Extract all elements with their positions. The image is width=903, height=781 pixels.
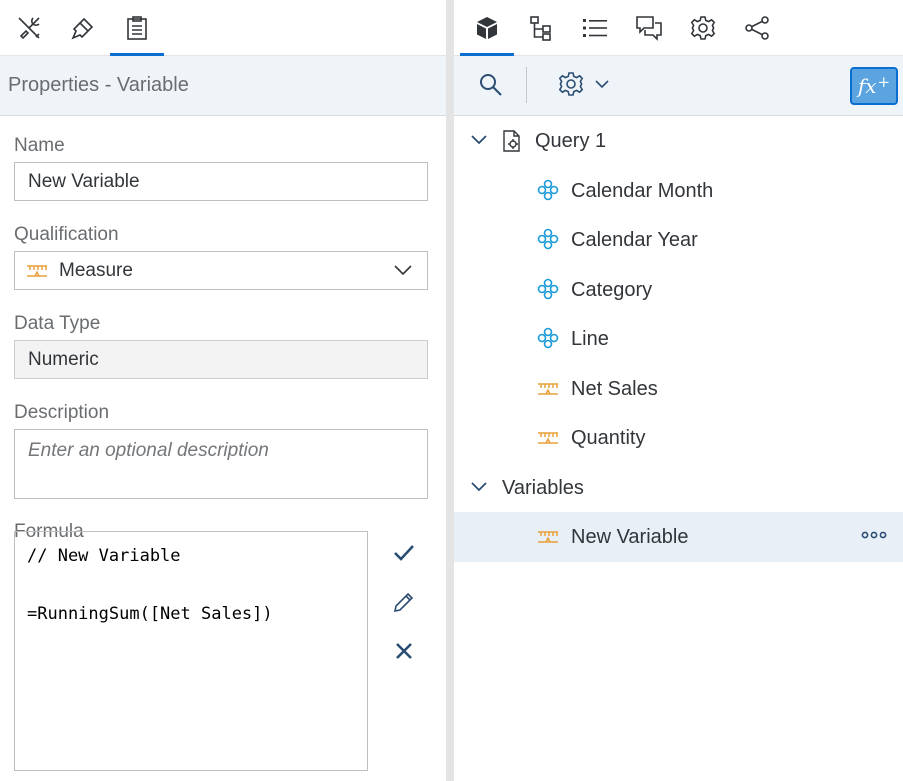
tree-node-label: Query 1	[535, 129, 607, 152]
measure-icon	[27, 264, 47, 277]
clipboard-icon	[127, 16, 147, 40]
tab-format[interactable]	[56, 0, 110, 56]
description-input[interactable]: Enter an optional description	[14, 429, 428, 499]
qualification-select[interactable]: Measure	[14, 251, 428, 290]
formula-comment-line: // New Variable	[27, 546, 181, 566]
chevron-down-icon	[595, 80, 609, 89]
hierarchy-icon	[530, 16, 551, 41]
tree-item-calendar-year[interactable]: Calendar Year	[454, 215, 903, 265]
tab-properties[interactable]	[110, 0, 164, 56]
right-tab-bar	[454, 0, 903, 56]
cube-icon	[477, 17, 497, 39]
data-pane: fx + Query 1 Calendar Month Calendar Year	[454, 0, 903, 781]
search-button[interactable]	[478, 72, 504, 103]
clear-formula-button[interactable]	[388, 636, 420, 666]
left-tab-bar	[0, 0, 446, 56]
measure-icon	[538, 531, 558, 543]
properties-form: Name New Variable Qualification Measure …	[0, 135, 446, 543]
tree-node-label: Variables	[502, 476, 584, 499]
dimension-icon	[537, 327, 559, 349]
pencil-icon	[393, 592, 414, 613]
tree-item-calendar-month[interactable]: Calendar Month	[454, 166, 903, 216]
tree-item-label: Calendar Month	[571, 179, 714, 202]
validate-button[interactable]	[388, 538, 420, 568]
tree-node-variables[interactable]: Variables	[454, 463, 903, 513]
brush-icon	[71, 17, 94, 40]
tab-share[interactable]	[730, 0, 784, 56]
list-icon	[583, 19, 607, 37]
tree-item-new-variable[interactable]: New Variable	[454, 512, 903, 562]
tab-settings[interactable]	[676, 0, 730, 56]
data-toolbar: fx +	[454, 56, 903, 116]
dimension-icon	[537, 179, 559, 201]
formula-editor[interactable]: // New Variable =RunningSum([Net Sales])	[14, 531, 368, 771]
options-menu-button[interactable]	[558, 71, 610, 97]
measure-icon	[538, 432, 558, 444]
tree-item-net-sales[interactable]: Net Sales	[454, 364, 903, 414]
search-icon	[480, 74, 502, 96]
close-icon	[396, 643, 412, 659]
dimension-icon	[537, 278, 559, 300]
new-variable-button[interactable]: fx +	[850, 67, 898, 105]
qualification-label: Qualification	[14, 224, 119, 245]
formula-actions	[388, 538, 420, 685]
more-options-icon[interactable]	[861, 528, 887, 542]
toolbar-separator	[526, 67, 527, 103]
tree-item-label: Quantity	[571, 426, 646, 449]
panel-title: Properties - Variable	[0, 56, 446, 116]
tree-node-query[interactable]: Query 1	[454, 116, 903, 166]
name-input[interactable]: New Variable	[14, 162, 428, 201]
description-label: Description	[14, 402, 110, 423]
pane-splitter[interactable]	[446, 0, 454, 781]
tree-item-category[interactable]: Category	[454, 265, 903, 315]
formula-expression-line: =RunningSum([Net Sales])	[27, 604, 273, 624]
tree-item-label: Line	[571, 327, 609, 350]
edit-formula-button[interactable]	[388, 587, 420, 617]
fx-icon: fx	[857, 74, 877, 98]
data-type-label: Data Type	[14, 313, 101, 334]
chevron-down-icon	[471, 135, 487, 145]
tab-tools[interactable]	[2, 0, 56, 56]
tree-item-line[interactable]: Line	[454, 314, 903, 364]
chevron-down-icon	[394, 265, 412, 276]
tree-item-label: New Variable	[571, 525, 689, 548]
tab-objects[interactable]	[460, 0, 514, 56]
settings-icon	[690, 16, 716, 40]
comments-icon	[636, 16, 662, 41]
tab-comments[interactable]	[622, 0, 676, 56]
fx-plus: +	[877, 73, 891, 91]
settings-icon	[558, 72, 584, 96]
query-icon	[503, 130, 520, 152]
dimension-icon	[537, 228, 559, 250]
tree-item-label: Calendar Year	[571, 228, 698, 251]
checkmark-icon	[394, 545, 414, 561]
share-icon	[745, 16, 769, 40]
tree-item-label: Net Sales	[571, 377, 658, 400]
data-type-field: Numeric	[14, 340, 428, 379]
tree-item-label: Category	[571, 278, 653, 301]
tools-icon	[18, 17, 40, 40]
qualification-value: Measure	[59, 260, 133, 281]
chevron-down-icon	[471, 482, 487, 492]
properties-pane: Properties - Variable Name New Variable …	[0, 0, 446, 781]
name-label: Name	[14, 135, 65, 156]
tree-item-quantity[interactable]: Quantity	[454, 413, 903, 463]
measure-icon	[538, 383, 558, 395]
tab-list[interactable]	[568, 0, 622, 56]
tab-hierarchy[interactable]	[514, 0, 568, 56]
